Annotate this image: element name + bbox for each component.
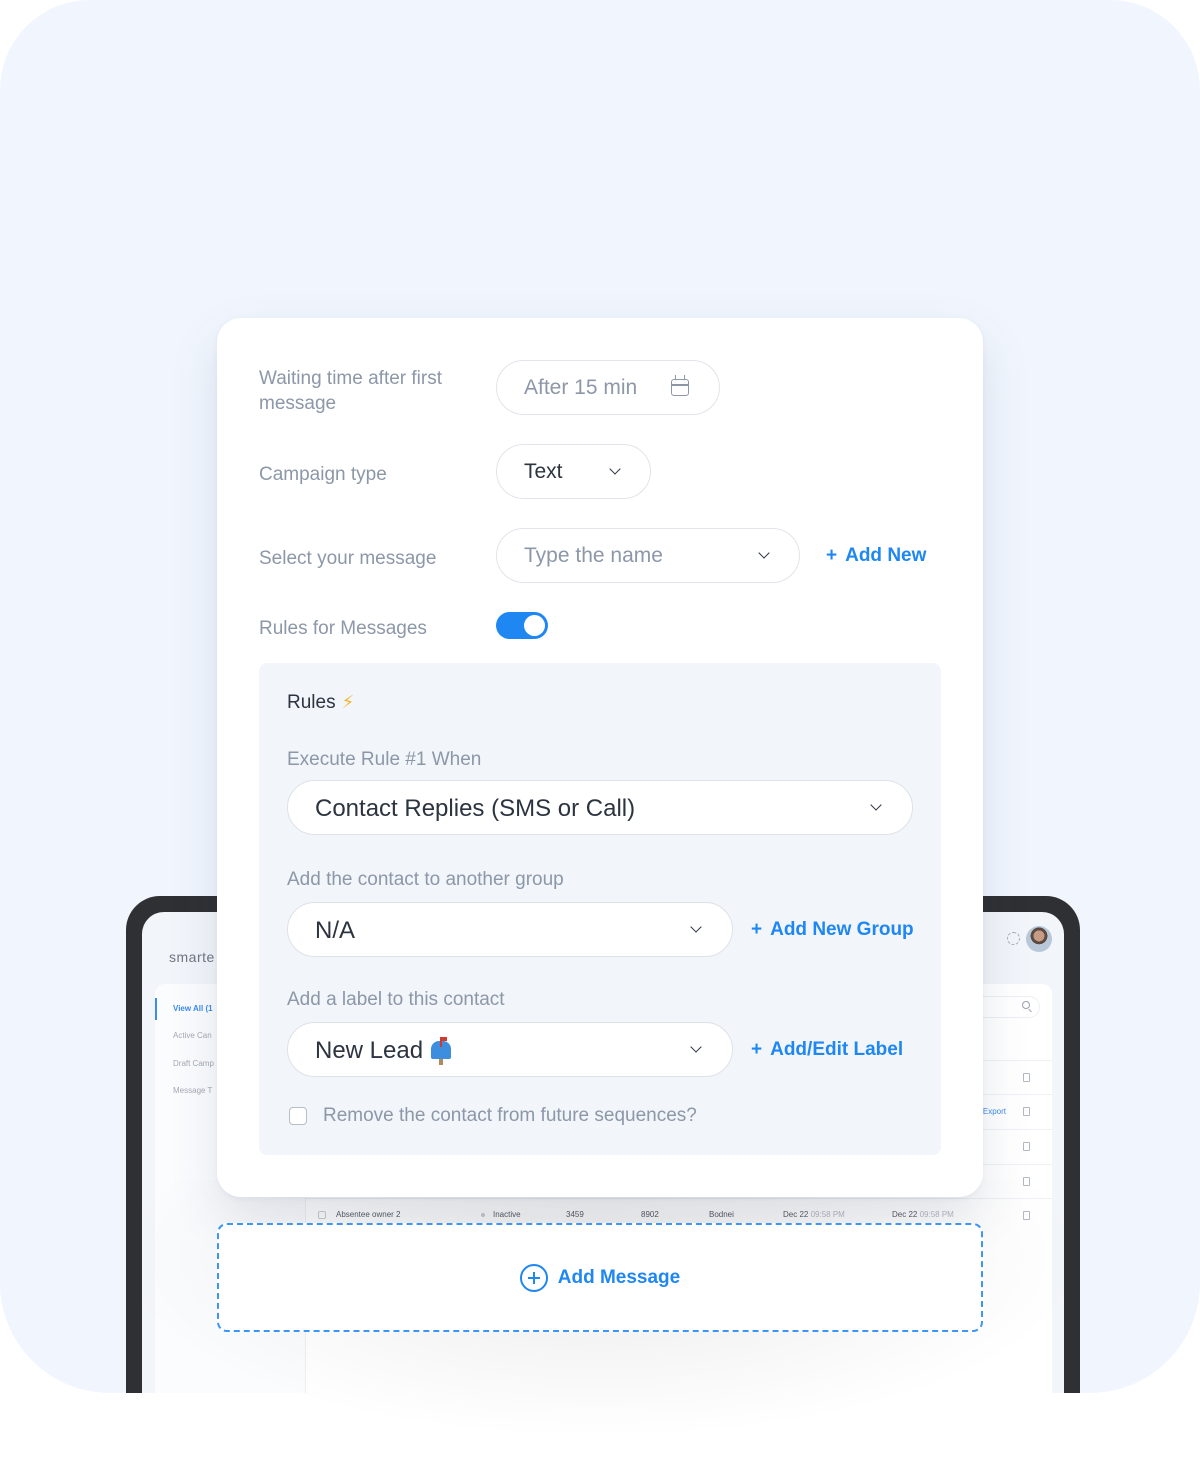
select-message-placeholder: Type the name bbox=[524, 544, 663, 567]
remove-from-sequences-checkbox[interactable] bbox=[289, 1107, 307, 1125]
row-count-2: 8902 bbox=[641, 1210, 659, 1219]
chevron-down-icon bbox=[870, 799, 882, 811]
rules-panel: Rules ⚡ Execute Rule #1 When Contact Repl… bbox=[259, 663, 941, 1155]
rules-title-text: Rules bbox=[287, 692, 336, 713]
trash-icon[interactable] bbox=[1023, 1177, 1030, 1186]
remove-from-sequences-label: Remove the contact from future sequences… bbox=[323, 1105, 697, 1126]
contact-label-label: Add a label to this contact bbox=[287, 989, 505, 1010]
rules-title: Rules ⚡ bbox=[287, 692, 354, 714]
rules-toggle-label: Rules for Messages bbox=[259, 618, 427, 639]
export-link[interactable]: Export bbox=[983, 1107, 1006, 1116]
add-new-text: Add New bbox=[845, 545, 927, 566]
add-new-group-link[interactable]: + Add New Group bbox=[751, 919, 914, 941]
chevron-down-icon bbox=[690, 1041, 702, 1053]
mailbox-icon bbox=[431, 1037, 452, 1065]
select-message-input[interactable]: Type the name bbox=[496, 528, 800, 583]
waiting-time-label: Waiting time after first message bbox=[259, 368, 443, 414]
campaign-type-select[interactable]: Text bbox=[496, 444, 651, 499]
search-icon bbox=[1022, 1001, 1030, 1009]
campaign-type-label: Campaign type bbox=[259, 464, 387, 485]
add-edit-label-text: Add/Edit Label bbox=[770, 1039, 904, 1060]
execute-rule-select[interactable]: Contact Replies (SMS or Call) bbox=[287, 780, 913, 835]
execute-rule-label: Execute Rule #1 When bbox=[287, 749, 482, 770]
lightning-bolt-icon: ⚡ bbox=[341, 692, 355, 712]
select-message-label: Select your message bbox=[259, 548, 437, 569]
plus-icon: + bbox=[826, 545, 838, 566]
group-value: N/A bbox=[315, 917, 356, 944]
row-created: Dec 22 09:58 PM bbox=[783, 1210, 845, 1219]
add-message-label: Add Message bbox=[557, 1266, 681, 1288]
sidebar-item-active-campaigns[interactable]: Active Can bbox=[173, 1031, 212, 1040]
plus-icon: + bbox=[751, 919, 763, 940]
message-settings-card: Waiting time after first message After 1… bbox=[217, 318, 983, 1197]
sidebar-item-message-templates[interactable]: Message T bbox=[173, 1086, 212, 1095]
plus-circle-icon bbox=[519, 1263, 548, 1292]
trash-icon[interactable] bbox=[1023, 1211, 1030, 1220]
contact-label-text: New Lead bbox=[315, 1037, 424, 1064]
chevron-down-icon bbox=[609, 463, 621, 475]
chevron-down-icon bbox=[758, 547, 770, 559]
active-nav-indicator bbox=[155, 998, 157, 1020]
waiting-time-value: After 15 min bbox=[524, 376, 638, 399]
row-name: Absentee owner 2 bbox=[336, 1210, 401, 1219]
chevron-down-icon bbox=[690, 921, 702, 933]
calendar-icon bbox=[671, 375, 689, 396]
trash-icon[interactable] bbox=[1023, 1073, 1030, 1082]
row-count-1: 3459 bbox=[566, 1210, 584, 1219]
group-select[interactable]: N/A bbox=[287, 902, 733, 957]
add-new-message-link[interactable]: + Add New bbox=[826, 545, 926, 567]
contact-label-select[interactable]: New Lead bbox=[287, 1022, 733, 1077]
add-message-button[interactable]: Add Message bbox=[217, 1223, 983, 1332]
toggle-knob bbox=[524, 615, 545, 636]
trash-icon[interactable] bbox=[1023, 1142, 1030, 1151]
created-time: 09:58 PM bbox=[810, 1210, 845, 1219]
contact-label-value: New Lead bbox=[315, 1037, 452, 1065]
plus-icon: + bbox=[751, 1039, 763, 1060]
settings-gear-icon[interactable] bbox=[1007, 932, 1020, 945]
app-logo: smarte bbox=[169, 949, 215, 965]
row-checkbox[interactable] bbox=[318, 1211, 326, 1219]
trash-icon[interactable] bbox=[1023, 1107, 1030, 1116]
group-label: Add the contact to another group bbox=[287, 869, 564, 890]
row-owner: Bodnei bbox=[709, 1210, 734, 1219]
add-new-group-text: Add New Group bbox=[770, 919, 914, 940]
updated-time: 09:58 PM bbox=[919, 1210, 954, 1219]
execute-rule-value: Contact Replies (SMS or Call) bbox=[315, 795, 636, 822]
row-updated: Dec 22 09:58 PM bbox=[892, 1210, 954, 1219]
add-edit-label-link[interactable]: + Add/Edit Label bbox=[751, 1039, 903, 1061]
rules-toggle[interactable] bbox=[496, 612, 548, 639]
created-date: Dec 22 bbox=[783, 1210, 809, 1219]
campaign-type-value: Text bbox=[524, 460, 563, 483]
waiting-time-picker[interactable]: After 15 min bbox=[496, 360, 720, 415]
status-text: Inactive bbox=[493, 1210, 521, 1219]
updated-date: Dec 22 bbox=[892, 1210, 918, 1219]
sidebar-item-draft-campaigns[interactable]: Draft Camp bbox=[173, 1059, 214, 1068]
sidebar-item-view-all[interactable]: View All (1 bbox=[173, 1004, 213, 1013]
user-avatar[interactable] bbox=[1026, 926, 1052, 952]
row-status: Inactive bbox=[481, 1210, 521, 1219]
status-dot bbox=[481, 1212, 485, 1217]
